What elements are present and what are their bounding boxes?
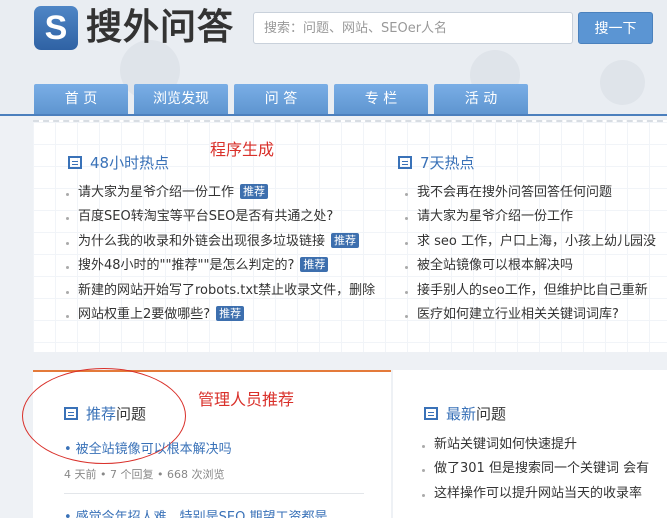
recommend-badge: 推荐 (216, 305, 245, 321)
hot7-heading: 7天热点 (398, 152, 475, 173)
annotation-admin: 管理人员推荐 (198, 390, 295, 409)
main-nav: 首 页 浏览发现 问 答 专 栏 活 动 (34, 84, 534, 115)
list-item[interactable]: 医疗如何建立行业相关关键词词库? (405, 303, 667, 327)
list-item[interactable]: 我不会再在搜外问答回答任何问题 (405, 181, 667, 205)
calendar-icon (398, 156, 412, 169)
nav-tab-home[interactable]: 首 页 (34, 84, 128, 115)
nav-tab-events[interactable]: 活 动 (434, 84, 528, 115)
hot48-title: 48小时热点 (90, 154, 170, 172)
list-item[interactable]: 这样操作可以提升网站当天的收录率 (422, 482, 667, 506)
hot7-list: 我不会再在搜外问答回答任何问题 请大家为星爷介绍一份工作 求 seo 工作，户口… (405, 181, 667, 327)
list-item[interactable]: 新建的网站开始写了robots.txt禁止收录文件，删除 (66, 279, 390, 303)
list-item[interactable]: 求 seo 工作，户口上海，小孩上幼儿园没 (405, 230, 667, 254)
recommend-badge: 推荐 (240, 184, 269, 199)
list-item[interactable]: 百度SEO转淘宝等平台SEO是否有共通之处? (66, 205, 390, 229)
search-input[interactable] (253, 12, 573, 44)
list-item[interactable]: 接手别人的seo工作，但维护比自己重新 (405, 279, 667, 303)
list-item[interactable]: 做了301 但是搜索同一个关键词 会有 (422, 457, 667, 481)
hot7-title: 7天热点 (420, 154, 475, 172)
latest-title-rest: 问题 (476, 405, 507, 423)
latest-title-highlight: 最新 (446, 405, 477, 423)
latest-list: 新站关键词如何快速提升 做了301 但是搜索同一个关键词 会有 这样操作可以提升… (422, 433, 667, 506)
logo-text: 搜外问答 (86, 7, 235, 48)
recommend-badge: 推荐 (331, 232, 360, 248)
nav-underline (0, 114, 667, 116)
bookmark-icon (64, 407, 78, 420)
decor-circle (600, 60, 645, 105)
hot48-heading: 48小时热点 (68, 152, 169, 173)
recommended-question-link[interactable]: 被全站镜像可以根本解决吗 (64, 438, 232, 457)
list-item[interactable]: 请大家为星爷介绍一份工作 推荐 (66, 181, 390, 205)
hot48-list: 请大家为星爷介绍一份工作 推荐 百度SEO转淘宝等平台SEO是否有共通之处? 为什… (66, 181, 390, 327)
list-item[interactable]: 被全站镜像可以根本解决吗 (405, 254, 667, 278)
list-icon (68, 156, 82, 169)
list-item[interactable]: 搜外48小时的""推荐""是怎么判定的? 推荐 (66, 254, 390, 278)
list-item[interactable]: 为什么我的收录和外链会出现很多垃圾链接 推荐 (66, 230, 390, 254)
list-item[interactable]: 新站关键词如何快速提升 (422, 433, 667, 457)
search-button[interactable]: 搜一下 (578, 12, 653, 44)
annotation-program: 程序生成 (210, 140, 275, 159)
list-item[interactable]: 网站权重上2要做哪些? 推荐 (66, 303, 390, 327)
nav-tab-discover[interactable]: 浏览发现 (134, 84, 228, 115)
site-logo[interactable]: S 搜外问答 (34, 6, 234, 50)
nav-tab-columns[interactable]: 专 栏 (334, 84, 428, 115)
recommended-title-highlight: 推荐 (86, 405, 117, 423)
divider (64, 493, 364, 494)
recommended-question-link[interactable]: 感觉今年招人难，特别是SEO 期望工资都是 (64, 506, 328, 518)
latest-heading: 最新 问题 (424, 403, 506, 424)
list-item[interactable]: 请大家为星爷介绍一份工作 (405, 205, 667, 229)
document-icon (424, 407, 438, 420)
recommend-badge: 推荐 (300, 257, 329, 273)
question-meta: 4 天前 • 7 个回复 • 668 次浏览 (64, 468, 225, 481)
recommended-title-rest: 问题 (116, 405, 147, 423)
recommended-heading: 推荐 问题 (64, 403, 146, 424)
logo-s-icon: S (34, 6, 78, 50)
nav-tab-questions[interactable]: 问 答 (234, 84, 328, 115)
